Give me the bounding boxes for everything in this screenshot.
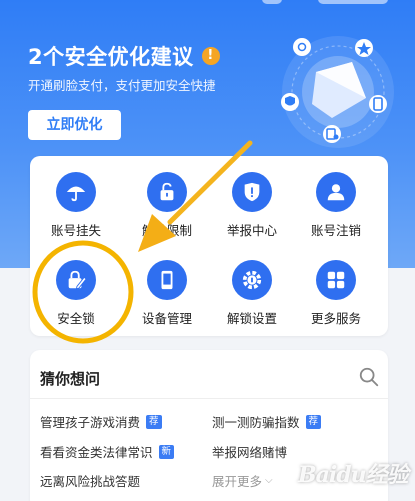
hero-title-text: 2个安全优化建议 [28,45,194,69]
faq-question-text: 看看资金类法律常识 [40,445,153,460]
service-tile-unlock-restriction[interactable]: 解除限制 [125,164,209,244]
expand-more-link[interactable]: 展开更多 ⌵ [212,471,273,490]
service-tile-device-management[interactable]: 设备管理 [125,252,209,332]
service-label: 解除限制 [141,223,192,238]
grid-icon [316,260,356,300]
faq-question-text: 测一测防骗指数 [212,415,300,430]
umbrella-icon [56,172,96,212]
faq-question[interactable]: 测一测防骗指数 荐 [212,412,322,431]
service-tile-account-loss[interactable]: 账号挂失 [34,164,118,244]
gear-icon [232,260,272,300]
recommend-badge: 荐 [146,414,162,429]
faq-question-text: 远离风险挑战答题 [40,474,141,489]
report-shield-icon [232,172,272,212]
hero-subtitle: 开通刷脸支付，支付更加安全快捷 [28,78,216,93]
service-label: 安全锁 [57,311,95,326]
phone-icon [147,260,187,300]
lock-edit-icon [56,260,96,300]
faq-title: 猜你想问 [40,370,101,388]
faq-question-text: 举报网络赌博 [212,445,288,460]
service-label: 账号注销 [310,223,361,238]
service-label: 设备管理 [141,311,192,326]
service-label: 更多服务 [310,311,361,326]
warning-icon: ! [201,47,220,65]
expand-more-label: 展开更多 [212,474,263,489]
service-tile-more-services[interactable]: 更多服务 [294,252,378,332]
recommend-badge: 荐 [305,414,322,429]
person-icon [316,172,356,212]
services-card: 账号挂失 解除限制 举报中心 账号注销 安全锁 设备管理 解锁设置 更多服务 [30,156,388,336]
services-grid: 账号挂失 解除限制 举报中心 账号注销 安全锁 设备管理 解锁设置 更多服务 [30,156,388,336]
divider [30,398,388,399]
hero-title: 2个安全优化建议 ! [28,41,220,71]
faq-question[interactable]: 举报网络赌博 [212,442,287,461]
faq-question[interactable]: 看看资金类法律常识 新 [40,442,175,461]
service-label: 账号挂失 [50,223,101,238]
search-icon[interactable] [358,366,380,388]
top-strip-right [318,0,388,4]
faq-question[interactable]: 远离风险挑战答题 [40,471,140,490]
service-tile-report-center[interactable]: 举报中心 [210,164,294,244]
chevron-down-icon: ⌵ [265,475,273,486]
new-badge: 新 [158,444,175,459]
faq-card: 猜你想问 管理孩子游戏消费 荐 测一测防骗指数 荐 看看资金类法律常识 新 举报… [30,350,388,501]
unlock-icon [147,172,187,212]
faq-question-text: 管理孩子游戏消费 [40,415,141,430]
service-tile-unlock-settings[interactable]: 解锁设置 [210,252,294,332]
faq-question[interactable]: 管理孩子游戏消费 荐 [40,412,162,431]
service-tile-account-cancel[interactable]: 账号注销 [294,164,378,244]
service-label: 解锁设置 [226,311,277,326]
security-shield-illustration-icon [281,36,394,148]
optimize-now-button[interactable]: 立即优化 [28,110,121,140]
service-label: 举报中心 [226,223,277,238]
top-strip-left [262,0,282,4]
service-tile-security-lock[interactable]: 安全锁 [34,252,118,332]
